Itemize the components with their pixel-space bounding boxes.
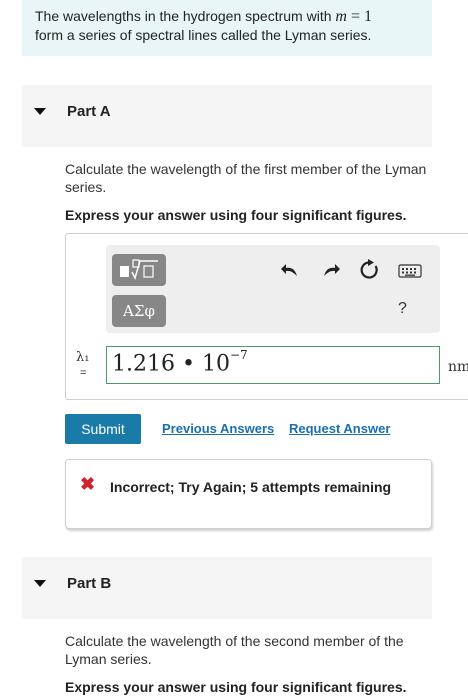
templates-button[interactable] xyxy=(112,254,166,286)
part-b-question: Calculate the wavelength of the second m… xyxy=(65,633,404,667)
intro-text-after: form a series of spectral lines called t… xyxy=(35,27,372,43)
request-answer-link[interactable]: Request Answer xyxy=(289,421,390,436)
part-a-title: Part A xyxy=(67,103,111,120)
answer-equals-sign: = xyxy=(80,367,87,379)
intro-text-before: The wavelengths in the hydrogen spectrum… xyxy=(35,8,336,24)
problem-intro-text: The wavelengths in the hydrogen spectrum… xyxy=(35,7,415,44)
answer-value[interactable]: 1.216 • 10−7 xyxy=(112,348,248,377)
redo-icon[interactable] xyxy=(320,259,342,281)
part-a-question: Calculate the wavelength of the first me… xyxy=(65,161,427,195)
feedback-text: Incorrect; Try Again; 5 attempts remaini… xyxy=(110,479,392,495)
answer-mantissa: 1.216 • 10 xyxy=(112,351,230,377)
answer-variable-label: λ₁ xyxy=(76,350,90,365)
template-radical-icon xyxy=(120,259,158,281)
help-button[interactable]: ? xyxy=(398,300,407,318)
part-a-instruction: Express your answer using four significa… xyxy=(65,207,407,223)
greek-symbols-button[interactable]: ΑΣφ xyxy=(112,295,166,327)
reset-icon[interactable] xyxy=(358,259,380,281)
part-b-collapse-icon[interactable] xyxy=(34,580,46,587)
undo-icon[interactable] xyxy=(279,259,301,281)
answer-unit: nm xyxy=(448,359,468,375)
intro-math-rest: = 1 xyxy=(346,8,372,25)
part-b-instruction: Express your answer using four significa… xyxy=(65,679,407,695)
part-b-title: Part B xyxy=(67,575,112,592)
submit-button[interactable]: Submit xyxy=(65,414,141,444)
previous-answers-link[interactable]: Previous Answers xyxy=(162,421,274,436)
part-a-collapse-icon[interactable] xyxy=(34,108,46,115)
intro-math-variable: m xyxy=(335,8,347,25)
keyboard-icon[interactable] xyxy=(398,260,422,282)
answer-exponent: −7 xyxy=(229,348,248,362)
